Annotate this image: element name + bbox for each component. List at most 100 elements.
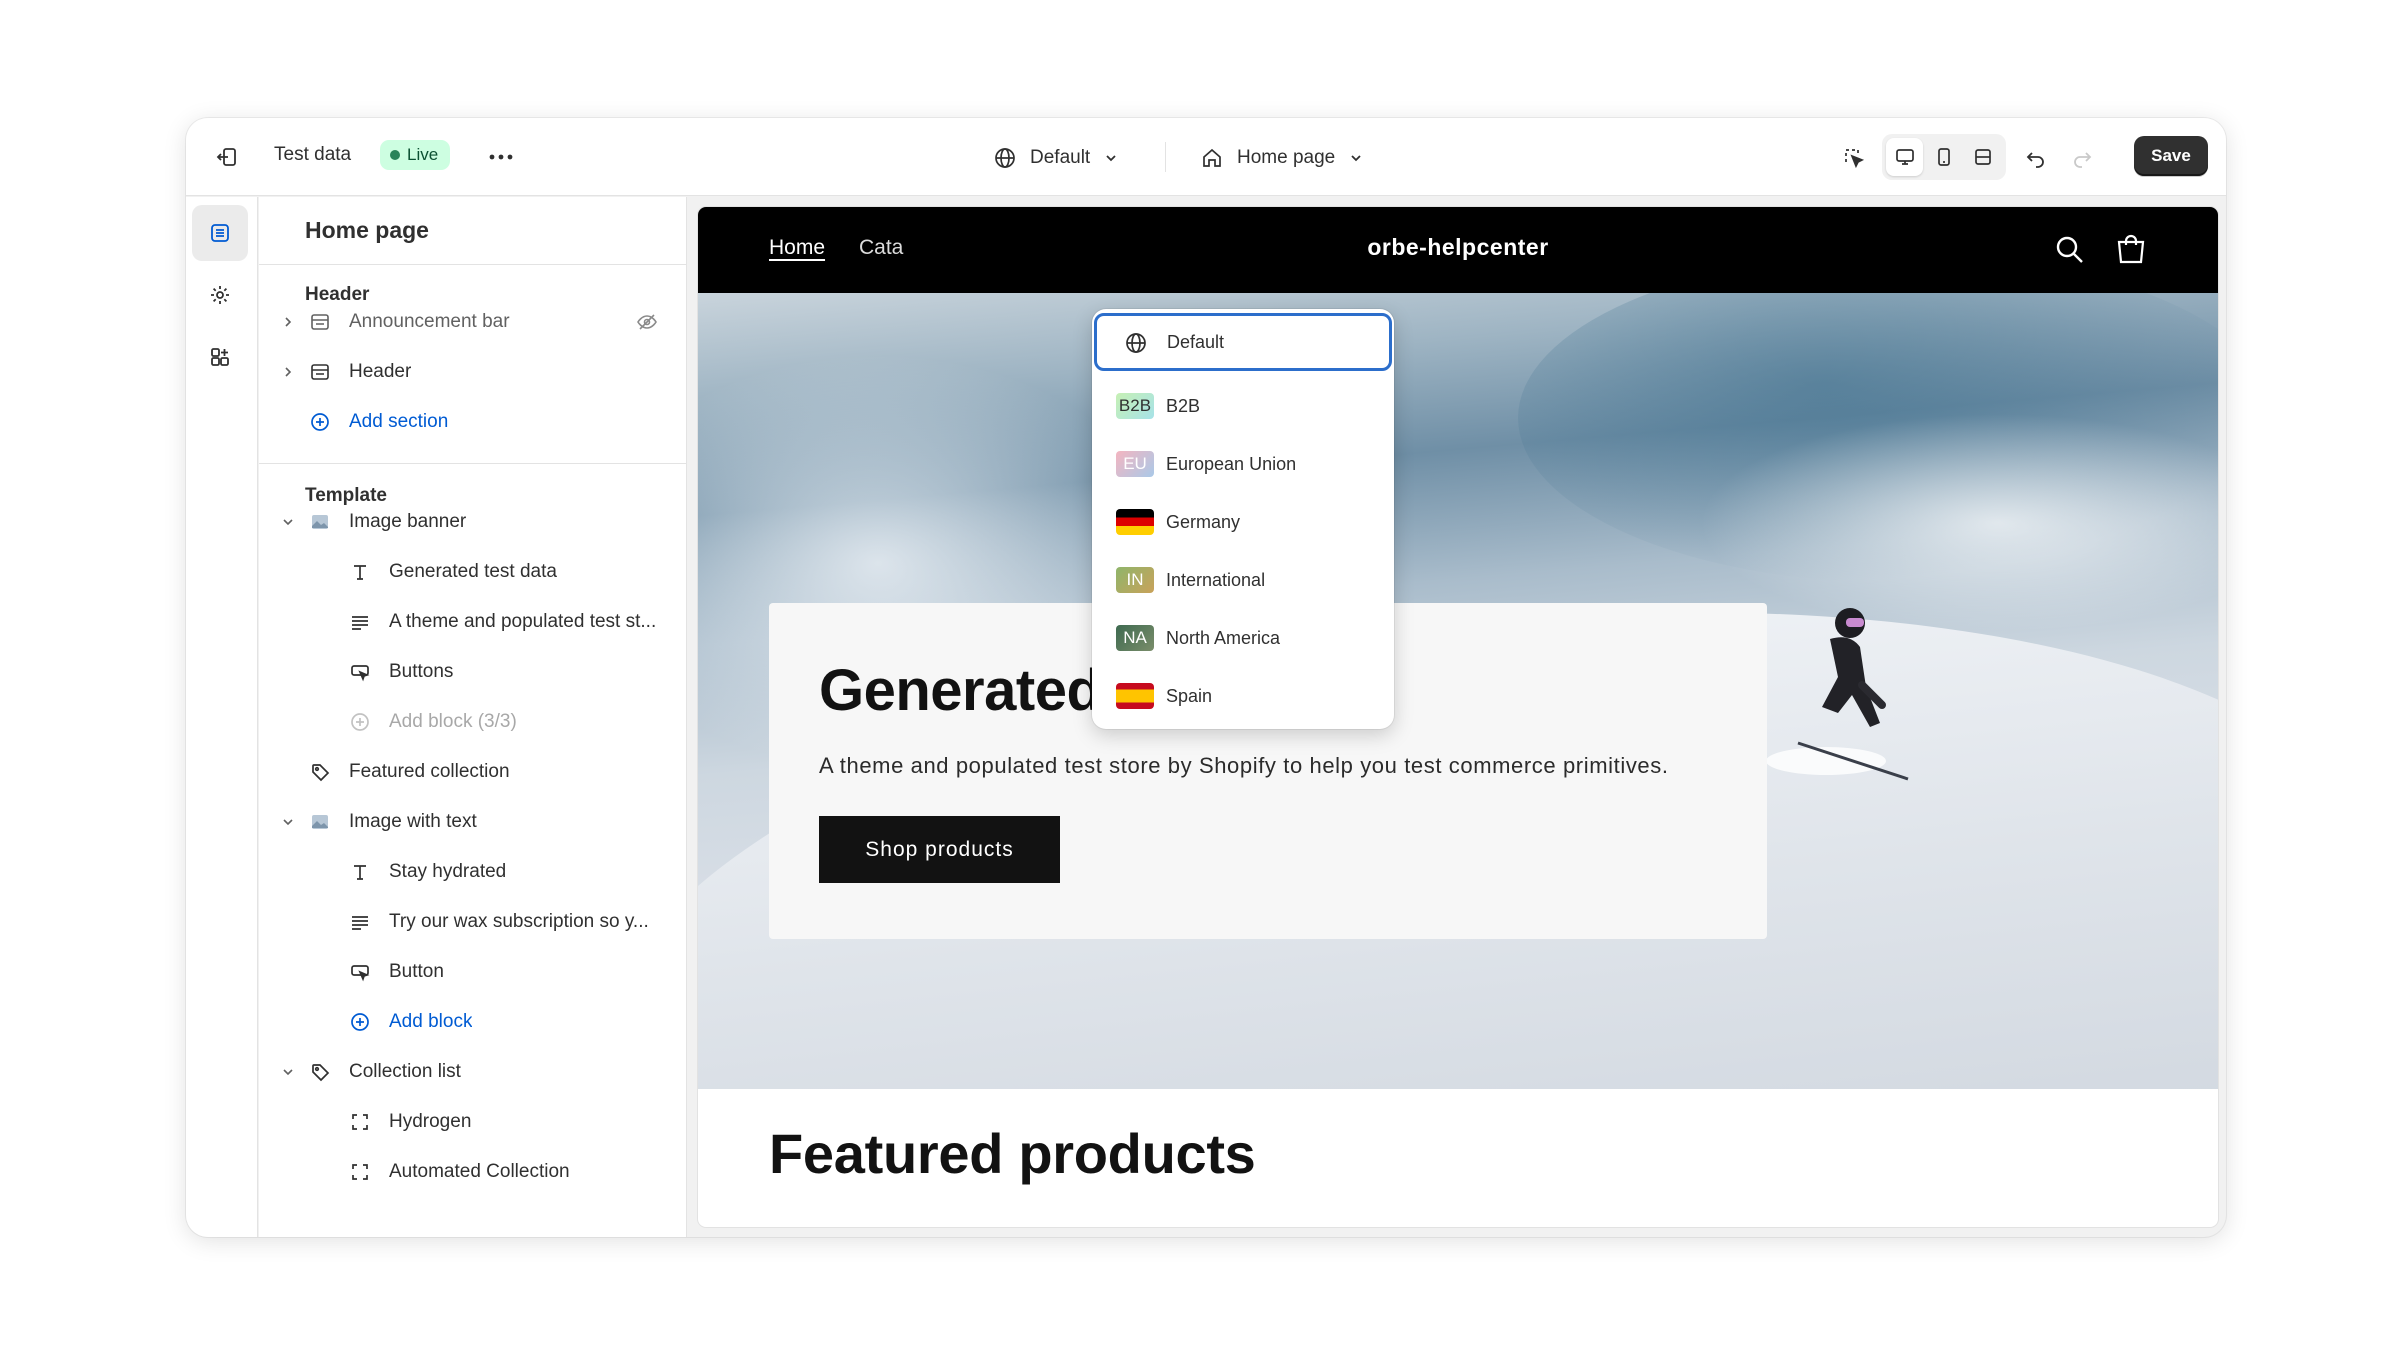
chevron-down-icon[interactable] — [279, 1063, 297, 1081]
editor-topbar: Test data Live Default Home page Save — [186, 118, 2226, 196]
globe-icon — [995, 148, 1015, 168]
page-selector[interactable]: Home page — [1201, 140, 1363, 176]
ellipsis-icon[interactable] — [486, 144, 516, 170]
chevron-right-icon[interactable] — [279, 313, 297, 331]
block-item[interactable]: Generated test data — [259, 550, 686, 594]
desktop-icon[interactable] — [1886, 138, 1924, 176]
chevron-right-icon[interactable] — [279, 363, 297, 381]
sections-sidebar: Home page Header Announcement bar Header… — [259, 197, 687, 1237]
chevron-down-icon[interactable] — [279, 813, 297, 831]
block-item[interactable]: Buttons — [259, 650, 686, 694]
market-option-label: B2B — [1166, 395, 1201, 416]
section-icon — [309, 361, 331, 383]
shop-products-button[interactable]: Shop products — [819, 816, 1060, 883]
market-badge: NA — [1116, 625, 1154, 651]
block-label: Generated test data — [389, 561, 557, 582]
add-section-button[interactable]: Add section — [259, 400, 686, 444]
section-label: Header — [349, 361, 412, 382]
settings-icon[interactable] — [192, 267, 248, 323]
block-label: A theme and populated test st... — [389, 611, 657, 632]
add-circle-icon — [309, 411, 331, 433]
market-badge: EU — [1116, 451, 1154, 477]
market-option-eu[interactable]: EU European Union — [1092, 435, 1394, 493]
section-item[interactable]: Collection list — [259, 1050, 686, 1094]
block-item[interactable]: A theme and populated test st... — [259, 600, 686, 644]
market-option-spain[interactable]: Spain — [1092, 667, 1394, 725]
block-item[interactable]: Automated Collection — [259, 1150, 686, 1194]
section-item[interactable]: Featured collection — [259, 750, 686, 794]
add-section-label: Add section — [349, 411, 449, 432]
market-option-b2b[interactable]: B2B B2B — [1092, 377, 1394, 435]
block-item[interactable]: Stay hydrated — [259, 850, 686, 894]
add-block-button[interactable]: Add block — [259, 1000, 686, 1044]
device-switcher — [1882, 134, 2006, 180]
market-option-north-america[interactable]: NA North America — [1092, 609, 1394, 667]
chevron-down-icon[interactable] — [279, 513, 297, 531]
block-item[interactable]: Hydrogen — [259, 1100, 686, 1144]
paragraph-icon — [349, 611, 371, 633]
collection-icon — [349, 1161, 371, 1183]
sections-icon[interactable] — [192, 205, 248, 261]
market-badge: IN — [1116, 567, 1154, 593]
section-icon — [309, 311, 331, 333]
tag-icon — [309, 761, 331, 783]
redo-icon[interactable] — [2066, 142, 2098, 174]
cart-icon[interactable] — [2114, 233, 2148, 267]
section-item[interactable]: Image banner — [259, 500, 686, 544]
paragraph-icon — [349, 911, 371, 933]
block-label: Hydrogen — [389, 1111, 472, 1132]
undo-icon[interactable] — [2020, 142, 2052, 174]
search-icon[interactable] — [2054, 234, 2086, 266]
section-label: Image with text — [349, 811, 477, 832]
apps-icon[interactable] — [192, 329, 248, 385]
section-item[interactable]: Header — [259, 350, 686, 394]
fullscreen-icon[interactable] — [1965, 138, 2002, 176]
chevron-down-icon — [1351, 155, 1361, 162]
divider — [259, 264, 686, 265]
status-badge-label: Live — [407, 145, 439, 164]
image-icon — [309, 811, 331, 833]
market-option-international[interactable]: IN International — [1092, 551, 1394, 609]
block-label: Try our wax subscription so y... — [389, 911, 649, 932]
market-selector[interactable]: Default — [994, 140, 1118, 176]
spain-flag-icon — [1116, 683, 1154, 709]
button-icon — [349, 661, 371, 683]
add-circle-icon — [349, 711, 371, 733]
image-banner: Generated test data A theme and populate… — [698, 293, 2218, 1089]
market-badge: B2B — [1116, 393, 1154, 419]
image-icon — [309, 511, 331, 533]
section-label: Collection list — [349, 1061, 461, 1082]
exit-icon[interactable] — [212, 142, 242, 172]
globe-icon — [1126, 333, 1146, 353]
collection-icon — [349, 1111, 371, 1133]
eye-hidden-icon[interactable] — [635, 311, 659, 333]
mobile-icon[interactable] — [1925, 138, 1962, 176]
block-label: Stay hydrated — [389, 861, 507, 882]
theme-editor-window: Test data Live Default Home page Save Ho… — [186, 118, 2226, 1237]
block-item[interactable]: Try our wax subscription so y... — [259, 900, 686, 944]
market-option-label: Default — [1167, 331, 1225, 352]
market-dropdown: Default B2B B2B EU European Union German… — [1092, 309, 1394, 729]
home-icon — [1203, 148, 1221, 167]
page-selector-label: Home page — [1237, 147, 1336, 168]
market-option-label: International — [1166, 569, 1266, 590]
hero-subtitle: A theme and populated test store by Shop… — [819, 753, 1669, 778]
add-circle-icon — [349, 1011, 371, 1033]
sidebar-title: Home page — [305, 217, 429, 243]
section-item[interactable]: Announcement bar — [259, 300, 686, 344]
save-button[interactable]: Save — [2134, 136, 2208, 176]
market-option-default[interactable]: Default — [1094, 313, 1392, 371]
inspector-icon[interactable] — [1838, 142, 1870, 174]
chevron-down-icon — [1106, 155, 1116, 162]
block-label: Automated Collection — [389, 1161, 570, 1182]
storefront-preview: Home Cata orbe-helpcenter Generated test… — [698, 207, 2218, 1227]
market-option-germany[interactable]: Germany — [1092, 493, 1394, 551]
store-name[interactable]: orbe-helpcenter — [698, 234, 2218, 261]
store-title: Test data — [274, 144, 352, 165]
add-block-button: Add block (3/3) — [259, 700, 686, 744]
block-item[interactable]: Button — [259, 950, 686, 994]
status-badge: Live — [380, 140, 451, 170]
section-item[interactable]: Image with text — [259, 800, 686, 844]
tag-icon — [309, 1061, 331, 1083]
text-icon — [349, 861, 371, 883]
